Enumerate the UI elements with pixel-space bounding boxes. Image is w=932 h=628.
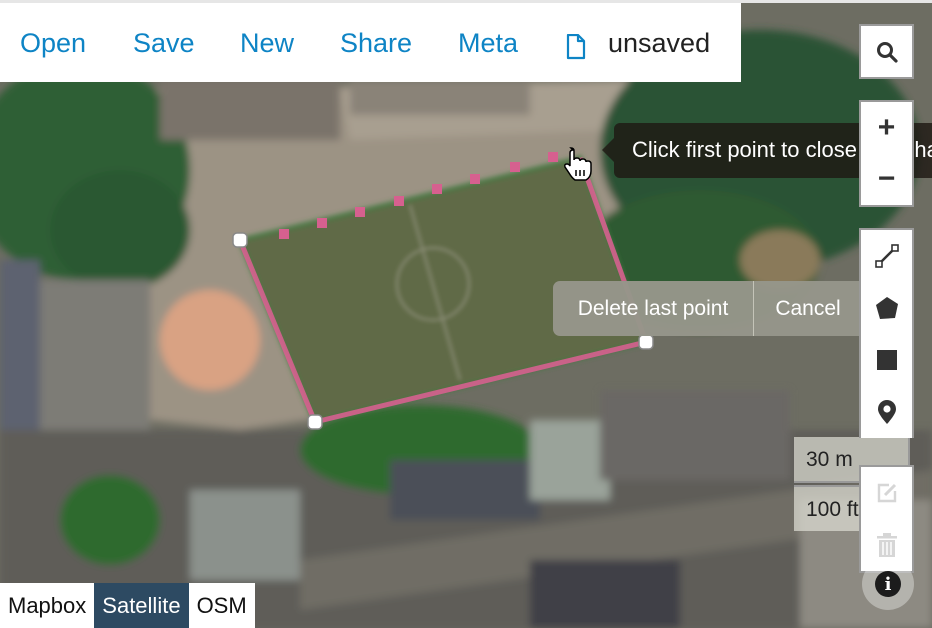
info-icon[interactable]: i xyxy=(875,571,901,597)
meta-link[interactable]: Meta xyxy=(458,28,518,59)
zoom-control: + − xyxy=(859,100,914,207)
delete-last-point-button[interactable]: Delete last point xyxy=(553,281,753,336)
filename-label: unsaved xyxy=(608,28,711,58)
layer-satellite[interactable]: Satellite xyxy=(94,583,189,628)
trash-icon xyxy=(876,533,897,557)
zoom-in-button[interactable]: + xyxy=(861,102,912,153)
new-link[interactable]: New xyxy=(240,28,294,59)
draw-line-button[interactable] xyxy=(861,230,912,282)
top-toolbar: Open Save New Share Meta unsaved xyxy=(0,3,741,82)
scale-imperial: 100 ft xyxy=(794,485,866,531)
vertex[interactable] xyxy=(307,414,323,430)
draw-polygon-button[interactable] xyxy=(861,282,912,334)
cancel-drawing-button[interactable]: Cancel xyxy=(754,281,862,336)
draw-actions: Delete last point Cancel xyxy=(553,281,876,336)
edit-layers-button[interactable] xyxy=(861,467,912,519)
line-icon xyxy=(874,244,899,268)
search-icon xyxy=(876,41,898,63)
vertex-first[interactable] xyxy=(232,232,248,248)
draw-marker-button[interactable] xyxy=(861,386,912,438)
layer-mapbox[interactable]: Mapbox xyxy=(0,583,95,628)
save-link[interactable]: Save xyxy=(133,28,195,59)
share-link[interactable]: Share xyxy=(340,28,412,59)
edit-icon xyxy=(877,483,896,503)
search-button[interactable] xyxy=(861,26,912,77)
search-control xyxy=(859,24,914,79)
vertex[interactable] xyxy=(638,334,654,350)
draw-toolbar xyxy=(859,228,914,438)
info-control: i xyxy=(862,558,914,610)
polygon-icon xyxy=(875,297,898,319)
layer-osm[interactable]: OSM xyxy=(188,583,255,628)
layer-switcher: Mapbox Satellite OSM xyxy=(0,583,255,628)
open-link[interactable]: Open xyxy=(20,28,86,59)
file-icon xyxy=(566,34,586,60)
window-top-border xyxy=(0,0,932,3)
edit-toolbar xyxy=(859,465,914,573)
draw-rectangle-button[interactable] xyxy=(861,334,912,386)
marker-icon xyxy=(877,400,896,424)
rectangle-icon xyxy=(876,350,897,370)
zoom-out-button[interactable]: − xyxy=(861,153,912,205)
